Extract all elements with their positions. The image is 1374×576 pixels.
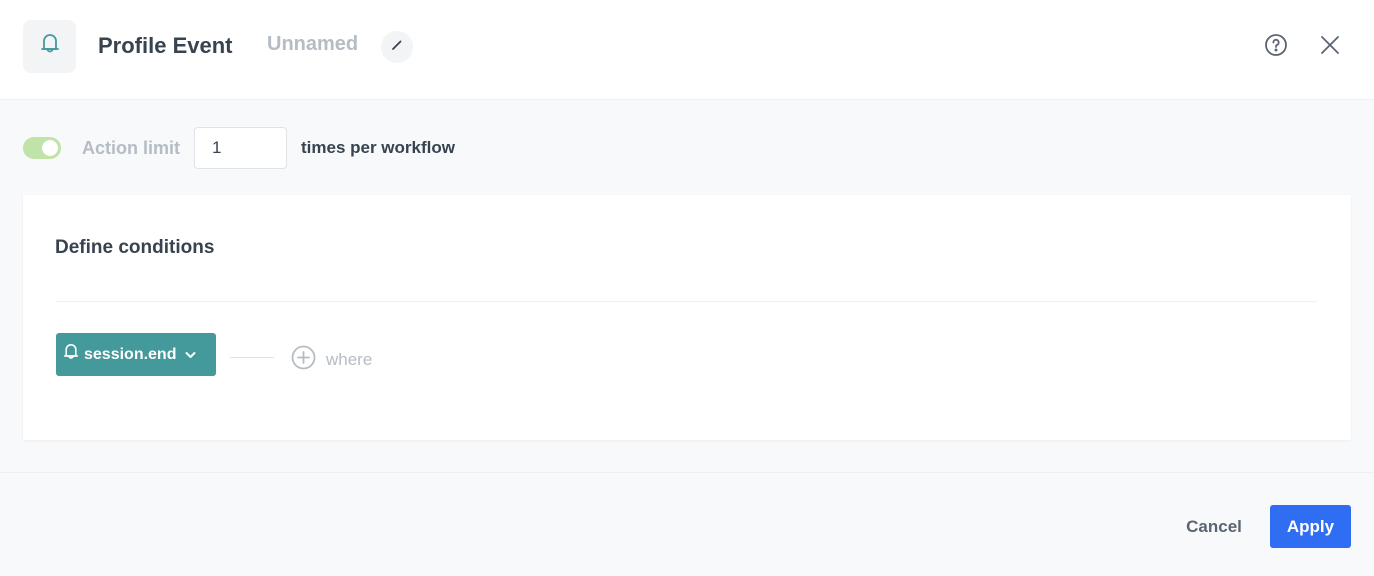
- plus-circle-icon: [291, 345, 316, 375]
- event-name: session.end: [84, 345, 177, 363]
- close-icon: [1321, 35, 1339, 59]
- cancel-button[interactable]: Cancel: [1172, 506, 1256, 548]
- toggle-knob: [42, 140, 58, 156]
- bell-icon: [40, 32, 60, 61]
- footer-divider: [0, 472, 1374, 473]
- conditions-title: Define conditions: [55, 237, 215, 258]
- step-name: Unnamed: [267, 33, 359, 55]
- conditions-card: Define conditions session.end where: [23, 195, 1351, 440]
- question-circle-icon: [1264, 33, 1288, 62]
- edit-name-button[interactable]: [381, 31, 413, 63]
- divider: [55, 301, 1317, 302]
- add-where-button[interactable]: where: [291, 345, 372, 375]
- chevron-down-icon: [185, 346, 196, 364]
- action-limit-label: Action limit: [82, 137, 180, 158]
- connector-line: [230, 357, 274, 358]
- where-label: where: [326, 350, 373, 369]
- action-limit-toggle[interactable]: [23, 137, 61, 159]
- action-limit-row: Action limit times per workflow: [23, 127, 455, 169]
- help-button[interactable]: [1262, 33, 1290, 61]
- event-selector[interactable]: session.end: [56, 333, 216, 376]
- apply-button[interactable]: Apply: [1270, 505, 1351, 548]
- pencil-icon: [391, 38, 403, 56]
- close-button[interactable]: [1316, 33, 1344, 61]
- action-limit-suffix: times per workflow: [301, 138, 455, 157]
- modal-header: Profile Event Unnamed: [0, 0, 1374, 100]
- event-type-badge: [23, 20, 76, 73]
- bell-icon: [63, 342, 79, 367]
- modal-title: Profile Event: [98, 33, 233, 58]
- action-limit-input[interactable]: [194, 127, 287, 169]
